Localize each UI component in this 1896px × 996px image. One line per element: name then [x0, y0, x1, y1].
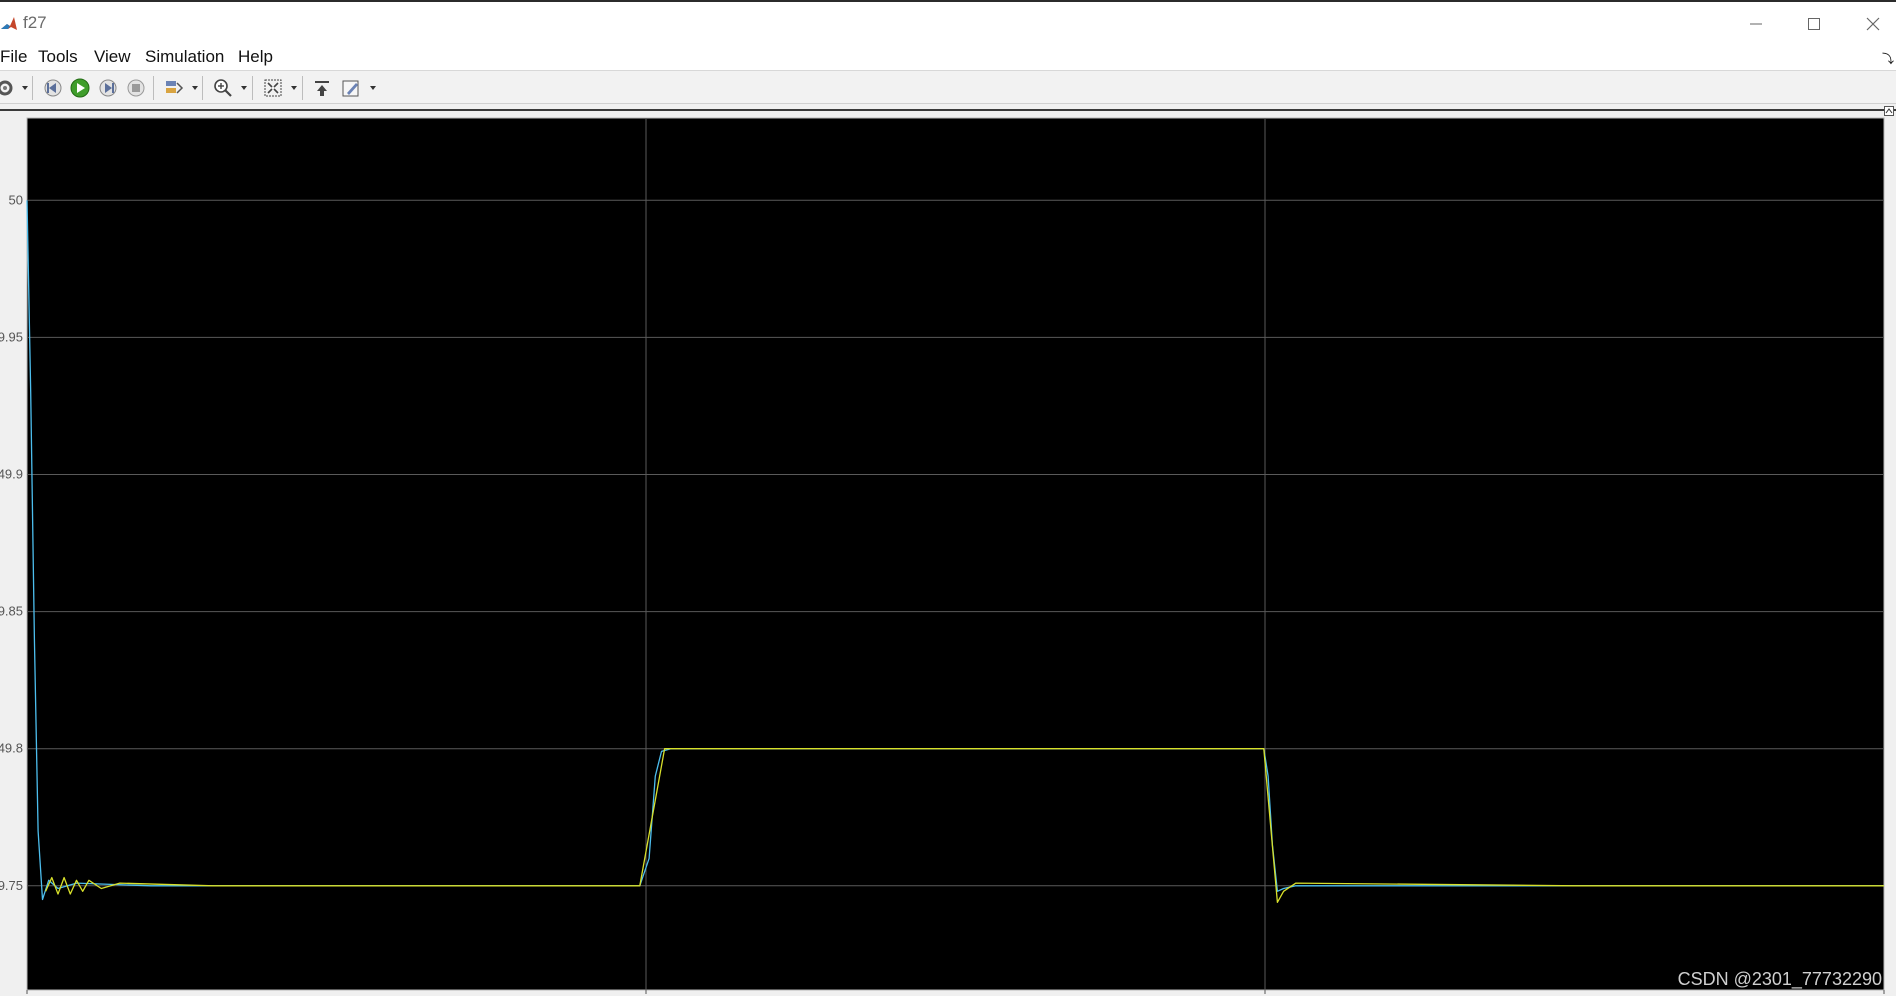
toolbar-separator [153, 76, 154, 100]
matlab-logo-icon [0, 15, 18, 33]
menu-view[interactable]: View [92, 47, 133, 67]
menu-help[interactable]: Help [236, 47, 275, 67]
stop-icon[interactable] [125, 77, 147, 99]
toolbar-separator [32, 76, 33, 100]
step-back-icon[interactable] [42, 77, 64, 99]
highlight-dropdown-icon[interactable] [192, 86, 198, 90]
toolbar-separator [202, 76, 203, 100]
y-tick-label: 49.9 [0, 466, 23, 481]
window-title: f27 [23, 13, 47, 32]
style-dropdown-icon[interactable] [370, 86, 376, 90]
autoscale-icon[interactable] [311, 77, 333, 99]
window-titlebar: f27 [0, 0, 1896, 45]
run-icon[interactable] [69, 77, 91, 99]
scope-display: 50 9.95 49.9 9.85 49.8 9.75 CSDN @2301_777322… [0, 104, 1896, 996]
settings-icon[interactable] [0, 77, 16, 99]
style-icon[interactable] [340, 77, 362, 99]
minimize-button[interactable] [1733, 9, 1779, 39]
menu-file[interactable]: File [0, 47, 29, 67]
y-tick-label: 49.8 [0, 741, 23, 756]
zoom-dropdown-icon[interactable] [241, 86, 247, 90]
settings-dropdown-icon[interactable] [22, 86, 28, 90]
y-tick-label: 9.75 [0, 878, 23, 893]
close-button[interactable] [1850, 9, 1896, 39]
line-chart[interactable]: 50 9.95 49.9 9.85 49.8 9.75 [0, 104, 1896, 996]
menu-collapse-icon[interactable]: ⤵ [1882, 50, 1894, 67]
toolbar-separator [302, 76, 303, 100]
y-tick-label: 9.95 [0, 329, 23, 344]
menu-tools[interactable]: Tools [36, 47, 80, 67]
highlight-icon[interactable] [163, 77, 185, 99]
zoom-icon[interactable] [212, 77, 234, 99]
fit-icon[interactable] [262, 77, 284, 99]
maximize-button[interactable] [1791, 9, 1837, 39]
y-tick-label: 9.85 [0, 604, 23, 619]
plot-area [26, 117, 1885, 991]
watermark: CSDN @2301_77732290 [1677, 969, 1882, 989]
menu-simulation[interactable]: Simulation [143, 47, 226, 67]
menu-bar: File Tools View Simulation Help ⤵ [0, 45, 1896, 70]
step-forward-icon[interactable] [97, 77, 119, 99]
fit-dropdown-icon[interactable] [291, 86, 297, 90]
toolbar-separator [252, 76, 253, 100]
y-tick-label: 50 [9, 192, 23, 207]
toolbar [0, 70, 1896, 104]
